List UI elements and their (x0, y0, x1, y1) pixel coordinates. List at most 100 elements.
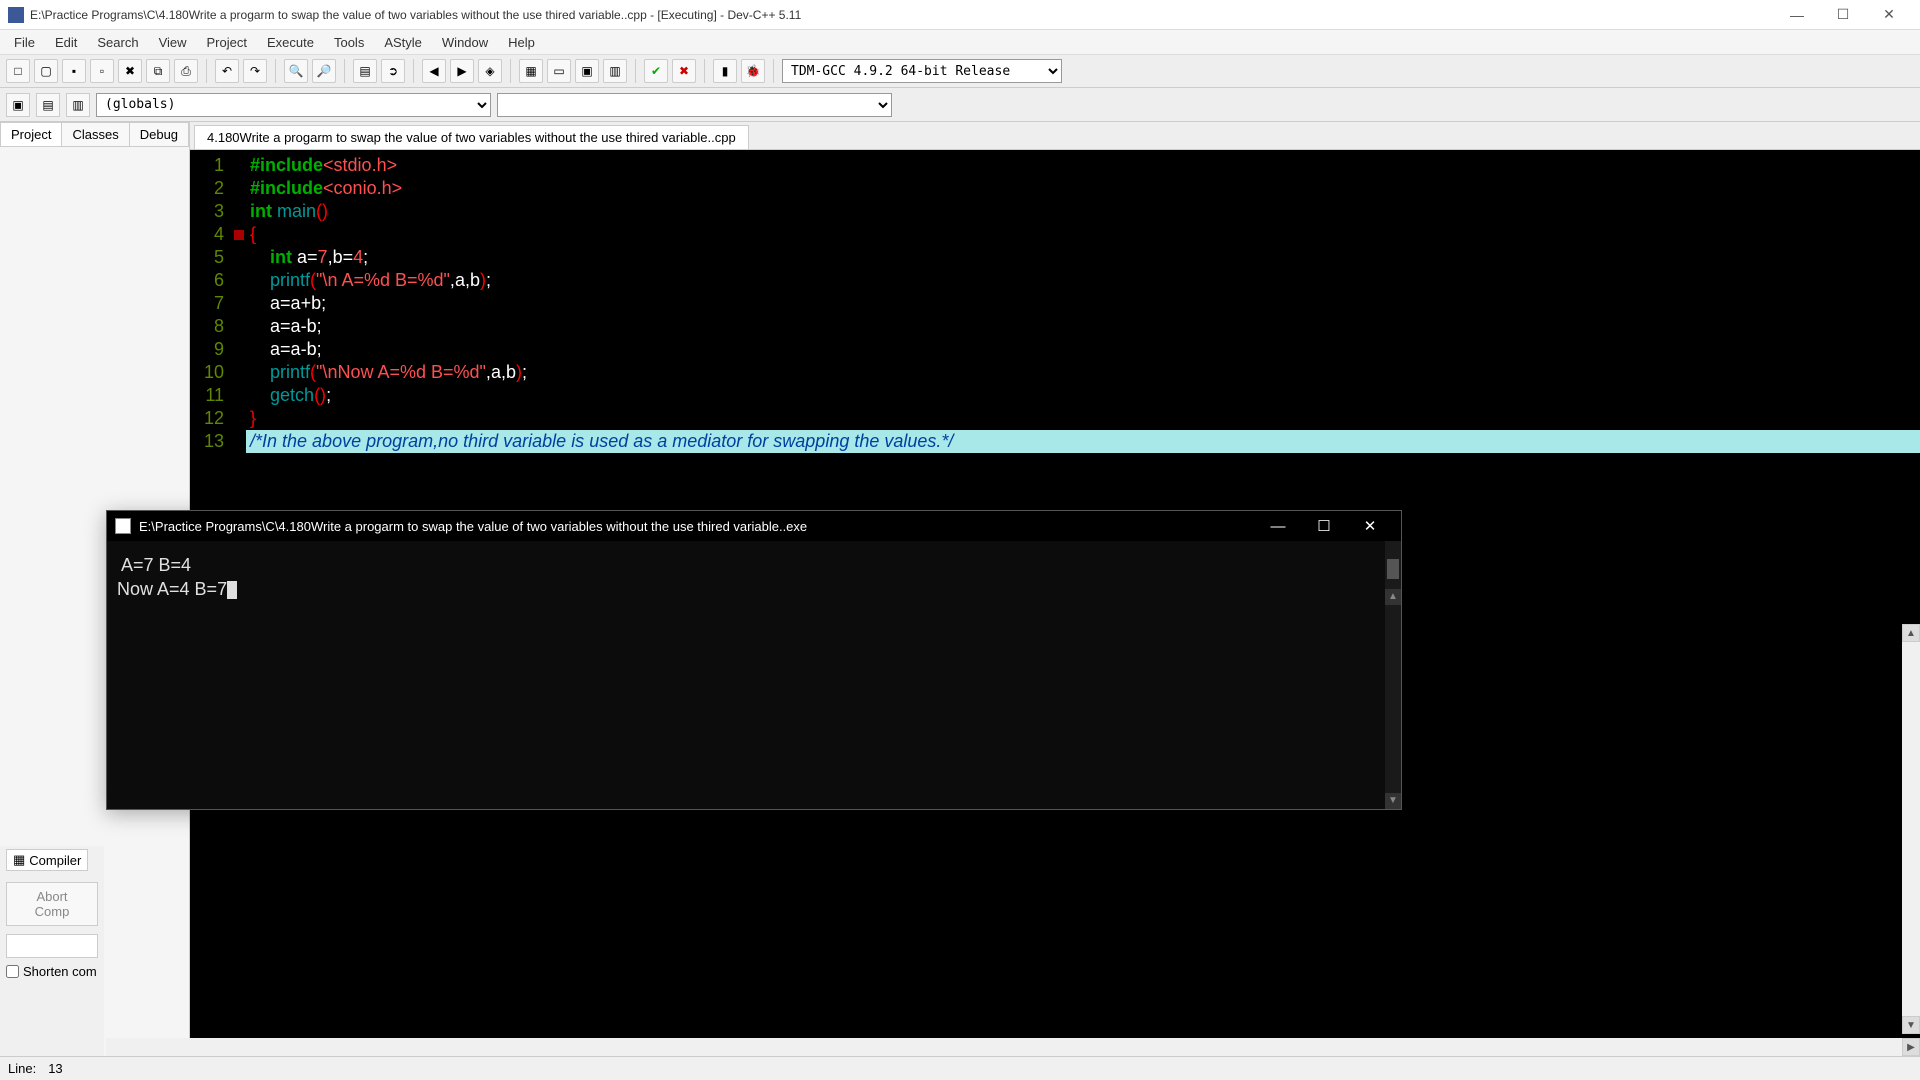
replace-button[interactable]: 🔎 (312, 59, 336, 83)
menu-search[interactable]: Search (87, 33, 148, 52)
scroll-right-icon[interactable]: ▶ (1902, 1038, 1920, 1056)
code-line[interactable]: a=a-b; (246, 338, 1920, 361)
scroll-up-icon[interactable]: ▲ (1385, 589, 1401, 605)
compile-run-button[interactable]: ▣ (575, 59, 599, 83)
maximize-button[interactable]: ☐ (1820, 0, 1866, 30)
secondary-toolbar: ▣ ▤ ▥ (globals) (0, 88, 1920, 122)
rebuild-button[interactable]: ▥ (603, 59, 627, 83)
menu-window[interactable]: Window (432, 33, 498, 52)
compile-button[interactable]: ▦ (519, 59, 543, 83)
code-line[interactable]: } (246, 407, 1920, 430)
run-button[interactable]: ▭ (547, 59, 571, 83)
menu-project[interactable]: Project (197, 33, 257, 52)
print-button[interactable]: ⎙ (174, 59, 198, 83)
fold-marker (232, 361, 246, 384)
menu-tools[interactable]: Tools (324, 33, 374, 52)
menu-help[interactable]: Help (498, 33, 545, 52)
close-file-button[interactable]: ✖ (118, 59, 142, 83)
code-line[interactable]: a=a+b; (246, 292, 1920, 315)
debug-button[interactable]: 🐞 (741, 59, 765, 83)
line-number: 10 (190, 361, 224, 384)
console-scrollbar[interactable]: ▲ ▼ (1385, 541, 1401, 809)
console-output[interactable]: A=7 B=4Now A=4 B=7 ▲ ▼ (107, 541, 1401, 809)
scroll-up-icon[interactable]: ▲ (1902, 624, 1920, 642)
menu-edit[interactable]: Edit (45, 33, 87, 52)
scroll-down-icon[interactable]: ▼ (1902, 1016, 1920, 1034)
line-number: 13 (190, 430, 224, 453)
vertical-scrollbar[interactable]: ▲ ▼ (1902, 624, 1920, 1034)
console-maximize-button[interactable]: ☐ (1301, 511, 1347, 541)
nav-forward-button[interactable]: ▶ (450, 59, 474, 83)
code-line[interactable]: int a=7,b=4; (246, 246, 1920, 269)
console-icon (115, 518, 131, 534)
fold-marker (232, 269, 246, 292)
console-minimize-button[interactable]: — (1255, 511, 1301, 541)
menu-file[interactable]: File (4, 33, 45, 52)
line-number: 9 (190, 338, 224, 361)
compiler-tab[interactable]: ▦ Compiler (6, 849, 88, 871)
find-button[interactable]: 🔍 (284, 59, 308, 83)
scope-select[interactable]: (globals) (96, 93, 491, 117)
insert-button[interactable]: ▣ (6, 93, 30, 117)
save-button[interactable]: ▪ (62, 59, 86, 83)
scroll-down-icon[interactable]: ▼ (1385, 793, 1401, 809)
function-select[interactable] (497, 93, 892, 117)
redo-button[interactable]: ↷ (243, 59, 267, 83)
open-file-button[interactable]: ▢ (34, 59, 58, 83)
separator (773, 59, 774, 83)
separator (206, 59, 207, 83)
close-all-button[interactable]: ⧉ (146, 59, 170, 83)
nav-back-button[interactable]: ◀ (422, 59, 446, 83)
stop-button[interactable]: ✖ (672, 59, 696, 83)
code-line[interactable]: printf("\nNow A=%d B=%d",a,b); (246, 361, 1920, 384)
file-tab-active[interactable]: 4.180Write a progarm to swap the value o… (194, 125, 749, 149)
console-close-button[interactable]: ✕ (1347, 511, 1393, 541)
minimize-button[interactable]: — (1774, 0, 1820, 30)
bookmark-button[interactable]: ◈ (478, 59, 502, 83)
separator (704, 59, 705, 83)
menu-execute[interactable]: Execute (257, 33, 324, 52)
status-line-value: 13 (48, 1061, 62, 1076)
line-number: 6 (190, 269, 224, 292)
horizontal-scrollbar[interactable]: ▶ (106, 1038, 1920, 1056)
fold-marker (232, 177, 246, 200)
console-window[interactable]: E:\Practice Programs\C\4.180Write a prog… (106, 510, 1402, 810)
goto-button[interactable]: ➲ (381, 59, 405, 83)
shorten-checkbox[interactable] (6, 965, 19, 978)
fold-marker (232, 154, 246, 177)
code-line[interactable]: #include<stdio.h> (246, 154, 1920, 177)
window-title: E:\Practice Programs\C\4.180Write a prog… (30, 8, 1774, 22)
code-line[interactable]: printf("\n A=%d B=%d",a,b); (246, 269, 1920, 292)
close-button[interactable]: ✕ (1866, 0, 1912, 30)
scroll-thumb[interactable] (1387, 559, 1399, 579)
toggle-view-button[interactable]: ▤ (353, 59, 377, 83)
new-file-button[interactable]: □ (6, 59, 30, 83)
menu-view[interactable]: View (149, 33, 197, 52)
line-number: 7 (190, 292, 224, 315)
code-line[interactable]: /*In the above program,no third variable… (246, 430, 1920, 453)
line-number: 11 (190, 384, 224, 407)
insert-button-2[interactable]: ▤ (36, 93, 60, 117)
code-line[interactable]: getch(); (246, 384, 1920, 407)
code-line[interactable]: { (246, 223, 1920, 246)
line-number: 8 (190, 315, 224, 338)
tab-classes[interactable]: Classes (61, 122, 129, 146)
compiler-select[interactable]: TDM-GCC 4.9.2 64-bit Release (782, 59, 1062, 83)
syntax-check-button[interactable]: ✔ (644, 59, 668, 83)
code-line[interactable]: int main() (246, 200, 1920, 223)
code-line[interactable]: #include<conio.h> (246, 177, 1920, 200)
insert-button-3[interactable]: ▥ (66, 93, 90, 117)
abort-compilation-button[interactable]: Abort Comp (6, 882, 98, 926)
menu-astyle[interactable]: AStyle (374, 33, 432, 52)
separator (510, 59, 511, 83)
tab-debug[interactable]: Debug (129, 122, 189, 146)
code-line[interactable]: a=a-b; (246, 315, 1920, 338)
profile-button[interactable]: ▮ (713, 59, 737, 83)
fold-marker[interactable] (232, 223, 246, 246)
separator (344, 59, 345, 83)
undo-button[interactable]: ↶ (215, 59, 239, 83)
output-field[interactable] (6, 934, 98, 958)
tab-project[interactable]: Project (0, 122, 62, 146)
save-all-button[interactable]: ▫ (90, 59, 114, 83)
console-titlebar[interactable]: E:\Practice Programs\C\4.180Write a prog… (107, 511, 1401, 541)
